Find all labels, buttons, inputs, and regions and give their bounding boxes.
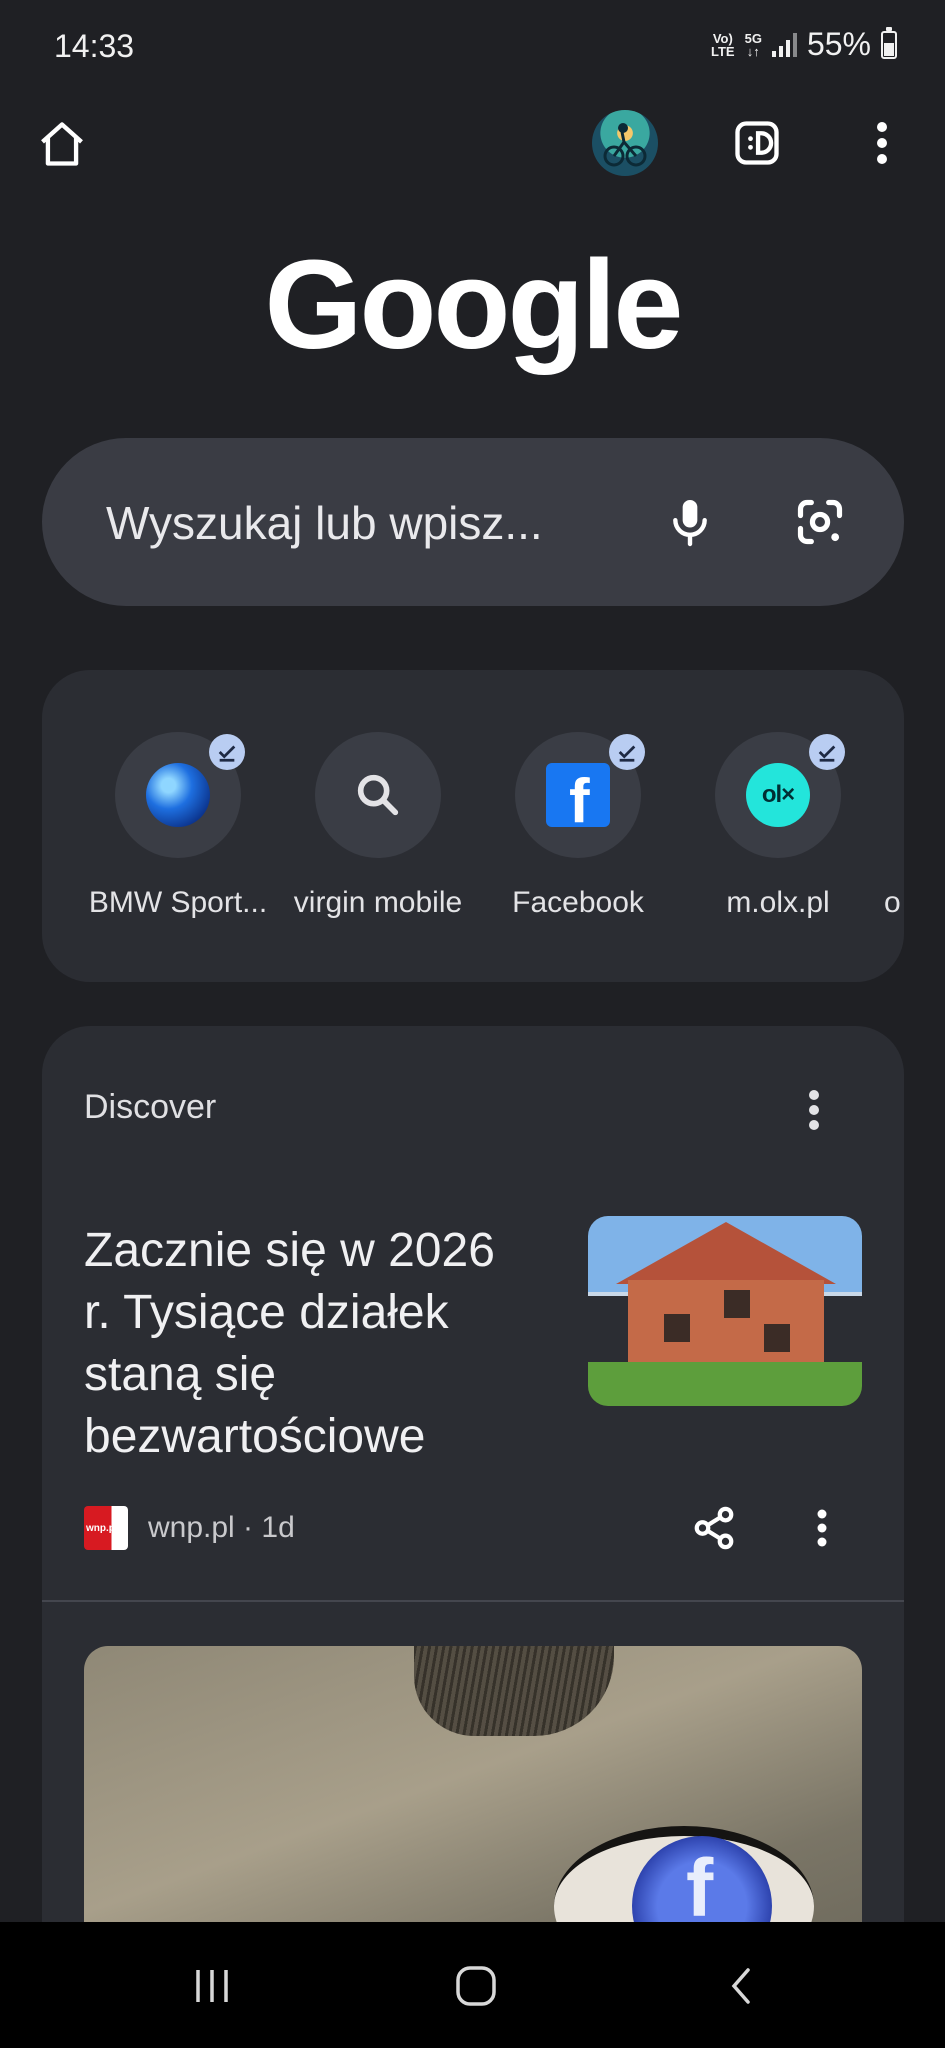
volte-indicator: Vo) LTE <box>711 30 735 59</box>
shortcut-icon-circle: ol× <box>715 732 845 858</box>
eyebrow <box>414 1646 614 1736</box>
signal-strength-icon <box>771 32 797 57</box>
shortcut-label-partial[interactable]: o <box>884 886 901 920</box>
microphone-icon <box>673 500 707 547</box>
home-icon <box>41 122 83 166</box>
more-vert-icon <box>877 122 887 164</box>
source-text: wnp.pl · 1d <box>148 1511 295 1544</box>
more-vert-icon <box>809 1090 819 1130</box>
shortcut-bmw-sport[interactable]: BMW Sport... <box>78 732 278 920</box>
recent-apps-button[interactable] <box>172 1946 252 2026</box>
check-badge-icon <box>209 734 245 770</box>
home-nav-icon <box>456 1966 496 2006</box>
discover-menu-button[interactable] <box>786 1082 842 1138</box>
facebook-icon: f <box>546 763 610 827</box>
article-source: wnp.pl wnp.pl · 1d <box>84 1506 295 1550</box>
divider <box>42 1600 904 1602</box>
shortcut-virgin-mobile[interactable]: virgin mobile <box>278 732 478 920</box>
back-button[interactable] <box>702 1946 782 2026</box>
shortcut-label: BMW Sport... <box>88 886 268 919</box>
recent-apps-icon <box>196 1970 228 2002</box>
profile-avatar[interactable] <box>592 110 658 176</box>
voice-search-button[interactable] <box>650 482 730 562</box>
system-navigation-bar <box>0 1922 945 2048</box>
shortcut-label: m.olx.pl <box>726 886 830 919</box>
shortcut-label: virgin mobile <box>293 886 463 919</box>
status-bar: 14:33 Vo) LTE 5G ↓↑ 55% <box>0 0 945 96</box>
article-thumbnail[interactable] <box>588 1216 862 1406</box>
grass <box>588 1362 862 1406</box>
check-badge-icon <box>609 734 645 770</box>
shortcut-olx[interactable]: ol× m.olx.pl <box>678 732 878 920</box>
bmw-globe-icon <box>146 763 210 827</box>
discover-feed: Discover Zacznie się w 2026 r. Tysiące d… <box>42 1026 904 2048</box>
home-button[interactable] <box>30 112 94 176</box>
incognito-button[interactable] <box>724 110 790 176</box>
incognito-icon <box>735 121 779 165</box>
shortcut-icon-circle <box>315 732 441 858</box>
lens-search-button[interactable] <box>780 482 860 562</box>
share-button[interactable] <box>682 1496 746 1560</box>
shortcut-label: Facebook <box>512 886 644 919</box>
battery-percentage: 55% <box>806 26 871 62</box>
more-options-button[interactable] <box>852 110 912 176</box>
home-nav-button[interactable] <box>436 1946 516 2026</box>
shortcut-icon-circle <box>115 732 245 858</box>
check-badge-icon <box>809 734 845 770</box>
olx-icon: ol× <box>746 763 810 827</box>
search-box[interactable]: Wyszukaj lub wpisz... <box>42 438 904 606</box>
google-logo: Google <box>264 234 684 375</box>
shortcut-icon-circle: f <box>515 732 645 858</box>
shortcut-facebook[interactable]: f Facebook <box>478 732 678 920</box>
back-icon <box>731 1968 750 2004</box>
share-icon <box>694 1506 734 1550</box>
house-roof <box>616 1222 836 1284</box>
network-5g-indicator: 5G ↓↑ <box>744 30 762 59</box>
wnp-logo: wnp.pl <box>84 1506 128 1550</box>
battery-icon <box>881 26 897 59</box>
search-input[interactable]: Wyszukaj lub wpisz... <box>106 496 543 550</box>
camera-lens-icon <box>797 499 843 545</box>
article-menu-button[interactable] <box>794 1496 850 1560</box>
discover-title: Discover <box>84 1088 217 1126</box>
shortcuts-card: BMW Sport... virgin mobile f Facebook ol… <box>42 670 904 982</box>
status-time: 14:33 <box>54 28 135 64</box>
more-vert-icon <box>817 1509 827 1547</box>
search-icon <box>357 774 399 816</box>
status-icons: Vo) LTE 5G ↓↑ 55% <box>711 26 897 63</box>
article-title[interactable]: Zacznie się w 2026 r. Tysiące działek st… <box>84 1220 514 1468</box>
cyclist-avatar-icon <box>603 123 647 167</box>
